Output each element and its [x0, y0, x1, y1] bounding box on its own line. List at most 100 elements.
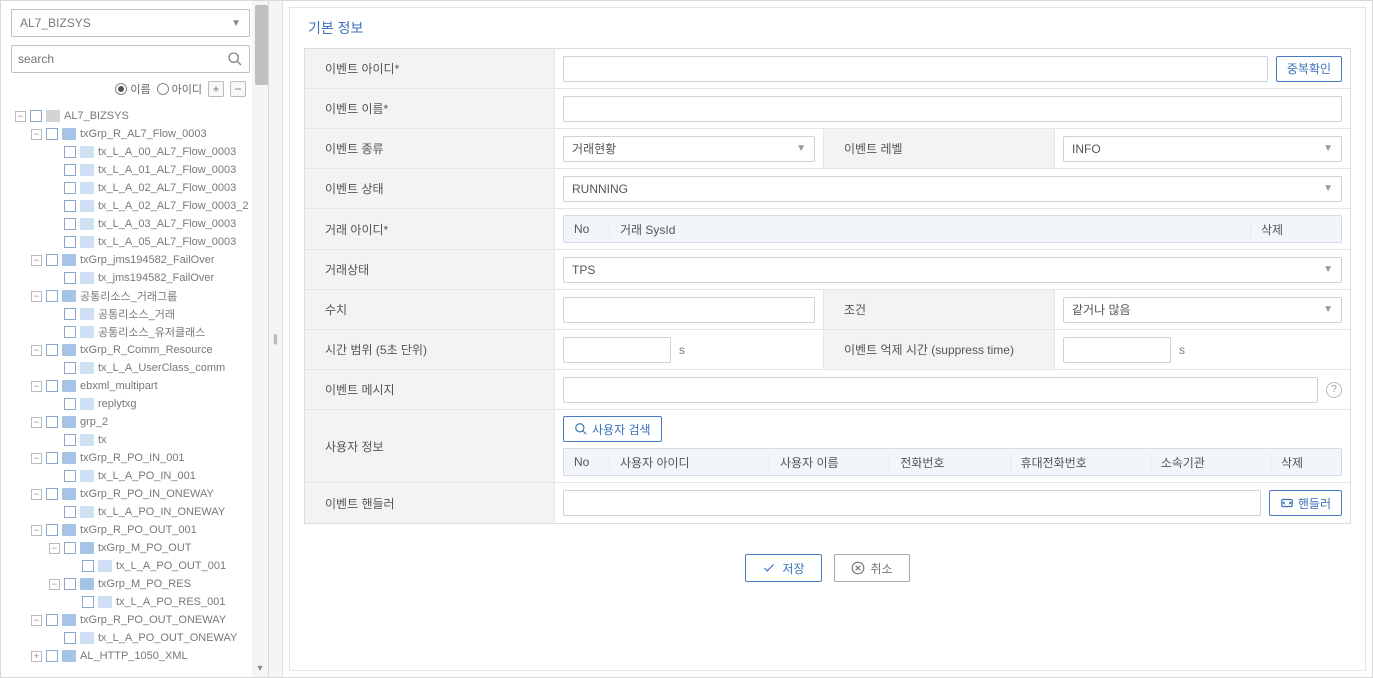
tree-node[interactable]: tx: [11, 431, 250, 449]
tree-checkbox[interactable]: [64, 470, 76, 482]
tree-node[interactable]: tx_L_A_PO_RES_001: [11, 593, 250, 611]
tree-toggle-icon[interactable]: −: [31, 129, 42, 140]
system-select[interactable]: AL7_BIZSYS ▼: [11, 9, 250, 37]
search-input[interactable]: [18, 52, 227, 66]
tree-checkbox[interactable]: [64, 434, 76, 446]
tree-checkbox[interactable]: [64, 182, 76, 194]
help-icon[interactable]: ?: [1326, 382, 1342, 398]
tree-checkbox[interactable]: [64, 200, 76, 212]
tree-toggle-icon[interactable]: −: [31, 453, 42, 464]
tree-checkbox[interactable]: [30, 110, 42, 122]
tree-checkbox[interactable]: [64, 308, 76, 320]
tree-checkbox[interactable]: [64, 236, 76, 248]
tree-node[interactable]: tx_L_A_02_AL7_Flow_0003_2: [11, 197, 250, 215]
tree-node[interactable]: tx_L_A_PO_IN_ONEWAY: [11, 503, 250, 521]
tree-node[interactable]: tx_L_A_PO_OUT_001: [11, 557, 250, 575]
tree-checkbox[interactable]: [46, 452, 58, 464]
tree-node[interactable]: −grp_2: [11, 413, 250, 431]
tree-node[interactable]: tx_L_A_00_AL7_Flow_0003: [11, 143, 250, 161]
tree-checkbox[interactable]: [46, 290, 58, 302]
tree-node[interactable]: −txGrp_R_PO_OUT_001: [11, 521, 250, 539]
tree-toggle-icon[interactable]: −: [31, 615, 42, 626]
tree-checkbox[interactable]: [82, 596, 94, 608]
suppress-input[interactable]: [1063, 337, 1171, 363]
tree-checkbox[interactable]: [64, 218, 76, 230]
splitter-handle[interactable]: ❚: [269, 1, 283, 677]
tree-checkbox[interactable]: [64, 632, 76, 644]
tree-checkbox[interactable]: [46, 524, 58, 536]
tree-checkbox[interactable]: [46, 416, 58, 428]
tree-checkbox[interactable]: [46, 344, 58, 356]
event-status-select[interactable]: RUNNING ▼: [563, 176, 1342, 202]
tree-checkbox[interactable]: [64, 326, 76, 338]
save-button[interactable]: 저장: [745, 554, 821, 582]
tree-toggle-icon[interactable]: −: [31, 381, 42, 392]
tree-checkbox[interactable]: [46, 128, 58, 140]
tree-checkbox[interactable]: [64, 272, 76, 284]
tree-node[interactable]: tx_L_A_02_AL7_Flow_0003: [11, 179, 250, 197]
tree-toggle-icon[interactable]: −: [31, 489, 42, 500]
tree-checkbox[interactable]: [46, 650, 58, 662]
event-id-input[interactable]: [563, 56, 1268, 82]
tree-node[interactable]: −AL7_BIZSYS: [11, 107, 250, 125]
radio-name[interactable]: 이름: [115, 81, 150, 97]
tree-node[interactable]: tx_L_A_PO_OUT_ONEWAY: [11, 629, 250, 647]
radio-id[interactable]: 아이디: [157, 81, 202, 97]
event-msg-input[interactable]: [563, 377, 1318, 403]
tree-node[interactable]: tx_L_A_UserClass_comm: [11, 359, 250, 377]
tree-node[interactable]: +AL_HTTP_1050_XML: [11, 647, 250, 665]
cancel-button[interactable]: 취소: [834, 554, 910, 582]
collapse-all-button[interactable]: −: [230, 81, 246, 97]
event-name-input[interactable]: [563, 96, 1342, 122]
txn-state-select[interactable]: TPS ▼: [563, 257, 1342, 283]
tree-node[interactable]: tx_L_A_PO_IN_001: [11, 467, 250, 485]
tree-checkbox[interactable]: [64, 362, 76, 374]
tree-node[interactable]: −txGrp_R_PO_OUT_ONEWAY: [11, 611, 250, 629]
tree-checkbox[interactable]: [64, 398, 76, 410]
tree-toggle-icon[interactable]: −: [31, 345, 42, 356]
tree-checkbox[interactable]: [64, 164, 76, 176]
condition-select[interactable]: 같거나 많음 ▼: [1063, 297, 1342, 323]
event-type-select[interactable]: 거래현황 ▼: [563, 136, 815, 162]
tree-node[interactable]: tx_jms194582_FailOver: [11, 269, 250, 287]
search-box[interactable]: [11, 45, 250, 73]
tree-node[interactable]: 공통리소스_유저클래스: [11, 323, 250, 341]
tree-toggle-icon[interactable]: +: [31, 651, 42, 662]
tree-node[interactable]: replytxg: [11, 395, 250, 413]
tree-checkbox[interactable]: [46, 380, 58, 392]
event-handler-input[interactable]: [563, 490, 1261, 516]
tree-toggle-icon[interactable]: −: [49, 579, 60, 590]
tree-node[interactable]: tx_L_A_05_AL7_Flow_0003: [11, 233, 250, 251]
tree-node[interactable]: −txGrp_M_PO_OUT: [11, 539, 250, 557]
tree-node[interactable]: −ebxml_multipart: [11, 377, 250, 395]
tree-node[interactable]: 공통리소스_거래: [11, 305, 250, 323]
user-search-button[interactable]: 사용자 검색: [563, 416, 662, 442]
tree-checkbox[interactable]: [46, 254, 58, 266]
event-level-select[interactable]: INFO ▼: [1063, 136, 1342, 162]
tree-checkbox[interactable]: [82, 560, 94, 572]
tree-toggle-icon[interactable]: −: [49, 543, 60, 554]
expand-all-button[interactable]: +: [208, 81, 224, 97]
scroll-down-icon[interactable]: ▾: [252, 661, 268, 677]
tree-toggle-icon[interactable]: −: [31, 255, 42, 266]
scrollbar-thumb[interactable]: [255, 5, 268, 85]
tree-node[interactable]: tx_L_A_03_AL7_Flow_0003: [11, 215, 250, 233]
tree-checkbox[interactable]: [64, 542, 76, 554]
tree-toggle-icon[interactable]: −: [15, 111, 26, 122]
tree-node[interactable]: −txGrp_M_PO_RES: [11, 575, 250, 593]
tree-node[interactable]: −txGrp_R_PO_IN_001: [11, 449, 250, 467]
tree-toggle-icon[interactable]: −: [31, 417, 42, 428]
time-range-input[interactable]: [563, 337, 671, 363]
value-input[interactable]: [563, 297, 815, 323]
tree-checkbox[interactable]: [64, 146, 76, 158]
handler-button[interactable]: 핸들러: [1269, 490, 1342, 516]
tree-checkbox[interactable]: [46, 614, 58, 626]
tree-checkbox[interactable]: [46, 488, 58, 500]
tree-checkbox[interactable]: [64, 506, 76, 518]
tree-node[interactable]: −txGrp_R_PO_IN_ONEWAY: [11, 485, 250, 503]
tree-toggle-icon[interactable]: −: [31, 291, 42, 302]
tree-node[interactable]: −공통리소스_거래그룹: [11, 287, 250, 305]
tree-node[interactable]: −txGrp_R_AL7_Flow_0003: [11, 125, 250, 143]
scrollbar[interactable]: ▾: [252, 1, 268, 677]
tree-node[interactable]: tx_L_A_01_AL7_Flow_0003: [11, 161, 250, 179]
